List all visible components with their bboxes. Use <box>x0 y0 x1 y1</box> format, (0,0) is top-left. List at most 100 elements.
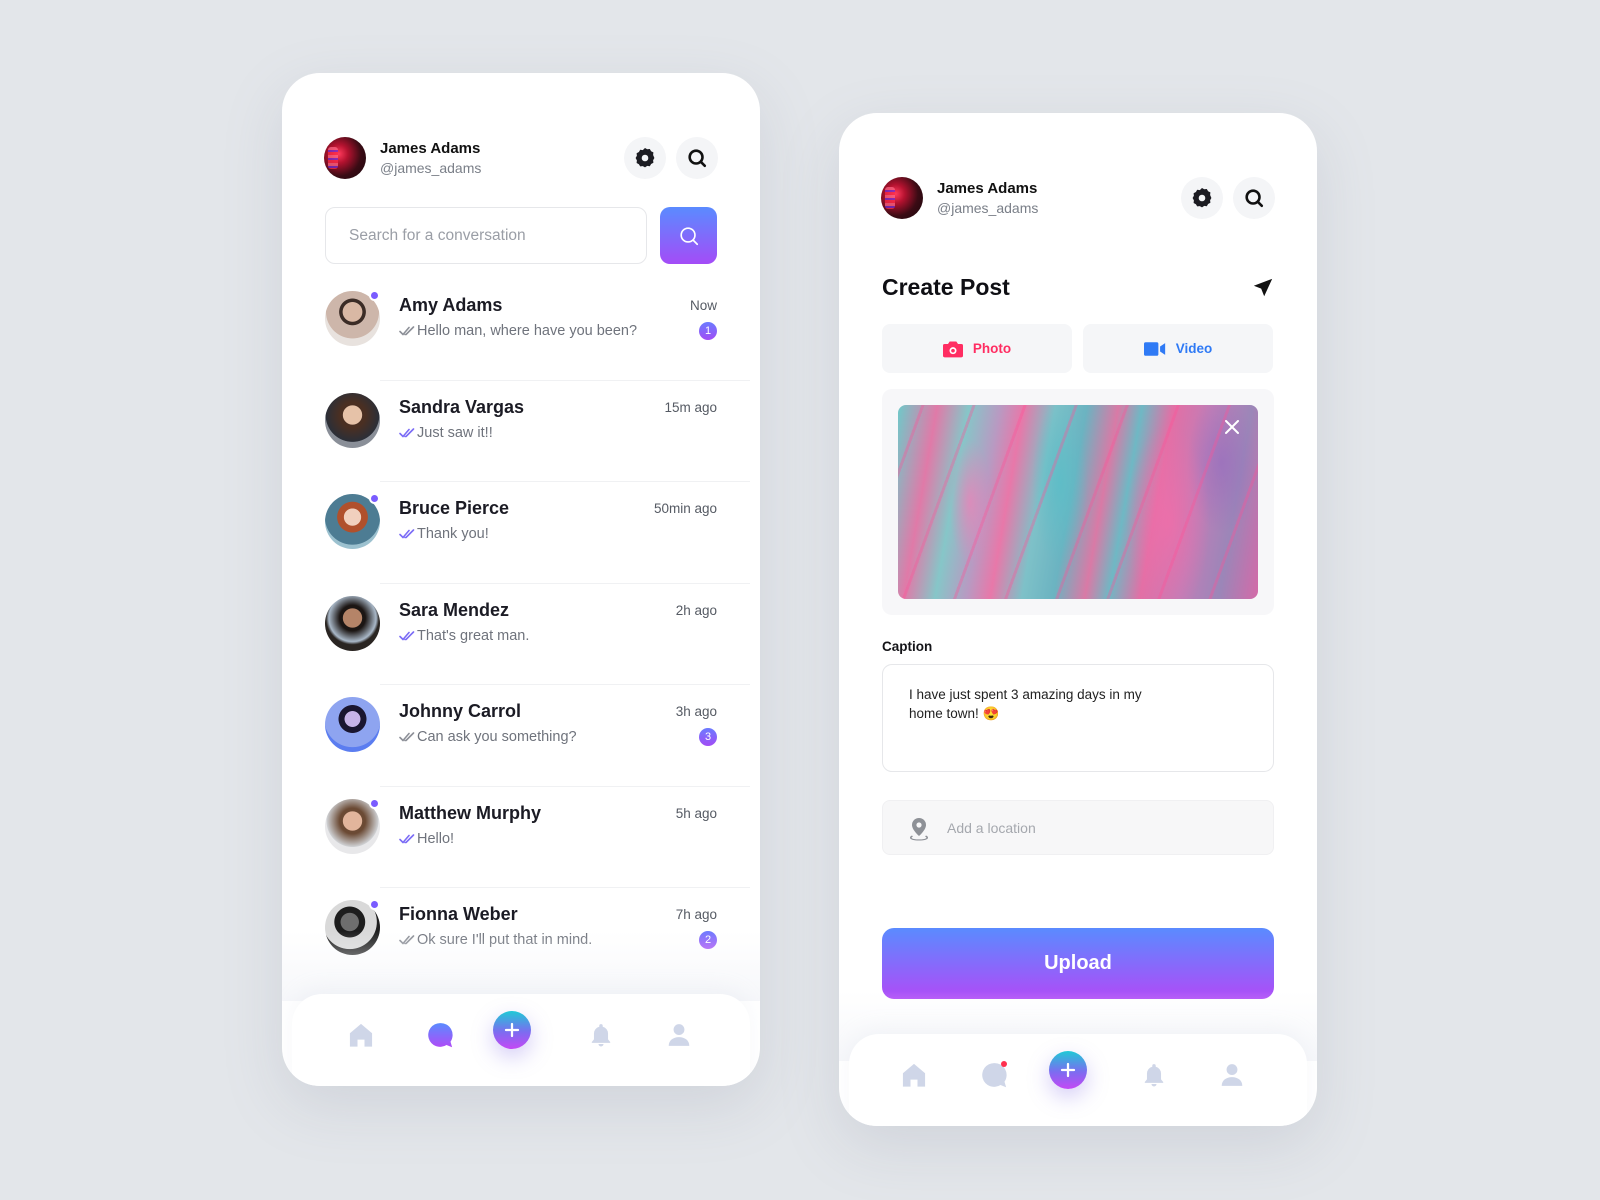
last-message-text: Just saw it!! <box>417 424 493 441</box>
bell-icon <box>1144 1064 1164 1087</box>
video-camera-icon <box>1143 341 1165 356</box>
create-post-screen: James Adams @james_adams Create Post Pho… <box>839 113 1317 1126</box>
nav-messages[interactable] <box>423 1018 457 1052</box>
user-avatar[interactable] <box>324 137 366 179</box>
conversation-item[interactable]: Bruce Pierce Thank you! 50min ago <box>282 482 760 584</box>
search-icon <box>688 149 707 168</box>
last-message: Hello! <box>399 831 454 847</box>
settings-button[interactable] <box>1181 177 1223 219</box>
media-preview <box>882 389 1274 615</box>
remove-media-button[interactable] <box>1222 417 1242 437</box>
last-message-text: Hello! <box>417 830 455 847</box>
nav-notifications[interactable] <box>584 1018 618 1052</box>
header-search-button[interactable] <box>676 137 718 179</box>
caption-input[interactable] <box>883 665 1273 771</box>
upload-button[interactable]: Upload <box>882 928 1274 999</box>
last-message-text: That's great man. <box>417 627 530 644</box>
settings-button[interactable] <box>624 137 666 179</box>
plus-icon <box>504 1022 520 1038</box>
user-name: James Adams <box>380 140 481 157</box>
message-time: 15m ago <box>664 399 717 415</box>
last-message: Can ask you something? <box>399 729 577 745</box>
double-check-icon <box>399 630 415 640</box>
home-icon <box>349 1023 373 1047</box>
online-indicator <box>369 899 380 910</box>
close-icon <box>1225 420 1239 434</box>
bell-icon <box>591 1024 611 1047</box>
nav-create-button[interactable] <box>493 1011 531 1049</box>
message-time: 5h ago <box>675 805 717 821</box>
unread-count-badge: 3 <box>699 728 717 746</box>
camera-icon <box>942 341 963 357</box>
contact-avatar[interactable] <box>325 392 380 448</box>
caption-label: Caption <box>882 639 933 654</box>
last-message-text: Hello man, where have you been? <box>417 323 638 339</box>
nav-home[interactable] <box>344 1018 378 1052</box>
nav-notifications[interactable] <box>1137 1058 1171 1092</box>
double-check-icon <box>399 326 415 336</box>
conversation-search-input[interactable] <box>326 208 646 263</box>
last-message-text: Can ask you something? <box>417 729 577 745</box>
page-title: Create Post <box>882 274 1010 300</box>
double-check-icon <box>399 833 415 843</box>
last-message: Hello man, where have you been? <box>399 323 637 339</box>
nav-messages[interactable] <box>977 1058 1011 1092</box>
conversation-item[interactable]: Johnny Carrol Can ask you something? 3h ag… <box>282 685 760 787</box>
contact-name: Sandra Vargas <box>399 396 525 417</box>
user-handle: @james_adams <box>380 160 482 176</box>
conversation-item[interactable]: Sandra Vargas Just saw it!! 15m ago <box>282 381 760 482</box>
search-icon <box>1245 189 1264 208</box>
caption-field[interactable] <box>882 664 1274 772</box>
contact-avatar[interactable] <box>325 595 380 651</box>
profile-icon <box>668 1024 690 1046</box>
double-check-icon <box>399 529 415 539</box>
contact-name: Fionna Weber <box>399 904 518 924</box>
chat-notification-dot <box>1001 1061 1007 1067</box>
contact-name: Matthew Murphy <box>399 802 541 823</box>
header-search-button[interactable] <box>1233 177 1275 219</box>
unread-count-badge: 1 <box>699 322 717 340</box>
message-time: 7h ago <box>675 907 717 922</box>
conversation-search-field[interactable] <box>325 207 647 264</box>
nav-create-button[interactable] <box>1049 1051 1087 1089</box>
bottom-nav <box>849 1034 1307 1126</box>
home-icon <box>902 1063 926 1087</box>
chat-icon <box>428 1023 453 1048</box>
nav-home[interactable] <box>897 1058 931 1092</box>
online-indicator <box>369 290 380 301</box>
contact-avatar[interactable] <box>325 697 380 752</box>
online-indicator <box>369 493 380 504</box>
user-avatar[interactable] <box>881 177 923 219</box>
send-button[interactable] <box>1252 277 1274 304</box>
nav-profile[interactable] <box>1215 1058 1249 1092</box>
message-time: 50min ago <box>653 501 717 516</box>
profile-header: James Adams @james_adams <box>324 137 718 179</box>
search-submit-button[interactable] <box>660 207 717 264</box>
add-video-button[interactable]: Video <box>1083 324 1273 373</box>
add-photo-button[interactable]: Photo <box>882 324 1072 373</box>
profile-icon <box>1221 1064 1243 1086</box>
online-indicator <box>369 797 380 809</box>
contact-name: Bruce Pierce <box>399 498 510 518</box>
bottom-nav <box>292 994 750 1086</box>
search-icon <box>679 226 698 245</box>
gear-icon <box>635 148 655 168</box>
conversation-list: Amy Adams Hello man, where have you been?… <box>282 279 760 990</box>
location-input[interactable] <box>947 801 1263 854</box>
conversation-item[interactable]: Matthew Murphy Hello! 5h ago <box>282 787 760 888</box>
messages-screen: James Adams @james_adams Amy Adams Hello … <box>282 73 760 1086</box>
double-check-icon <box>399 732 415 742</box>
last-message: That's great man. <box>399 628 529 644</box>
preview-image <box>898 405 1258 599</box>
plus-icon <box>1060 1062 1076 1078</box>
conversation-item[interactable]: Amy Adams Hello man, where have you been?… <box>282 279 760 381</box>
gear-icon <box>1192 188 1212 208</box>
conversation-item[interactable]: Sara Mendez That's great man. 2h ago <box>282 584 760 685</box>
nav-profile[interactable] <box>662 1018 696 1052</box>
video-label: Video <box>1175 341 1213 356</box>
location-field[interactable] <box>882 800 1274 855</box>
user-name: James Adams <box>937 180 1038 197</box>
location-pin-icon <box>910 818 928 841</box>
double-check-icon <box>399 427 415 437</box>
contact-name: Amy Adams <box>399 295 503 315</box>
